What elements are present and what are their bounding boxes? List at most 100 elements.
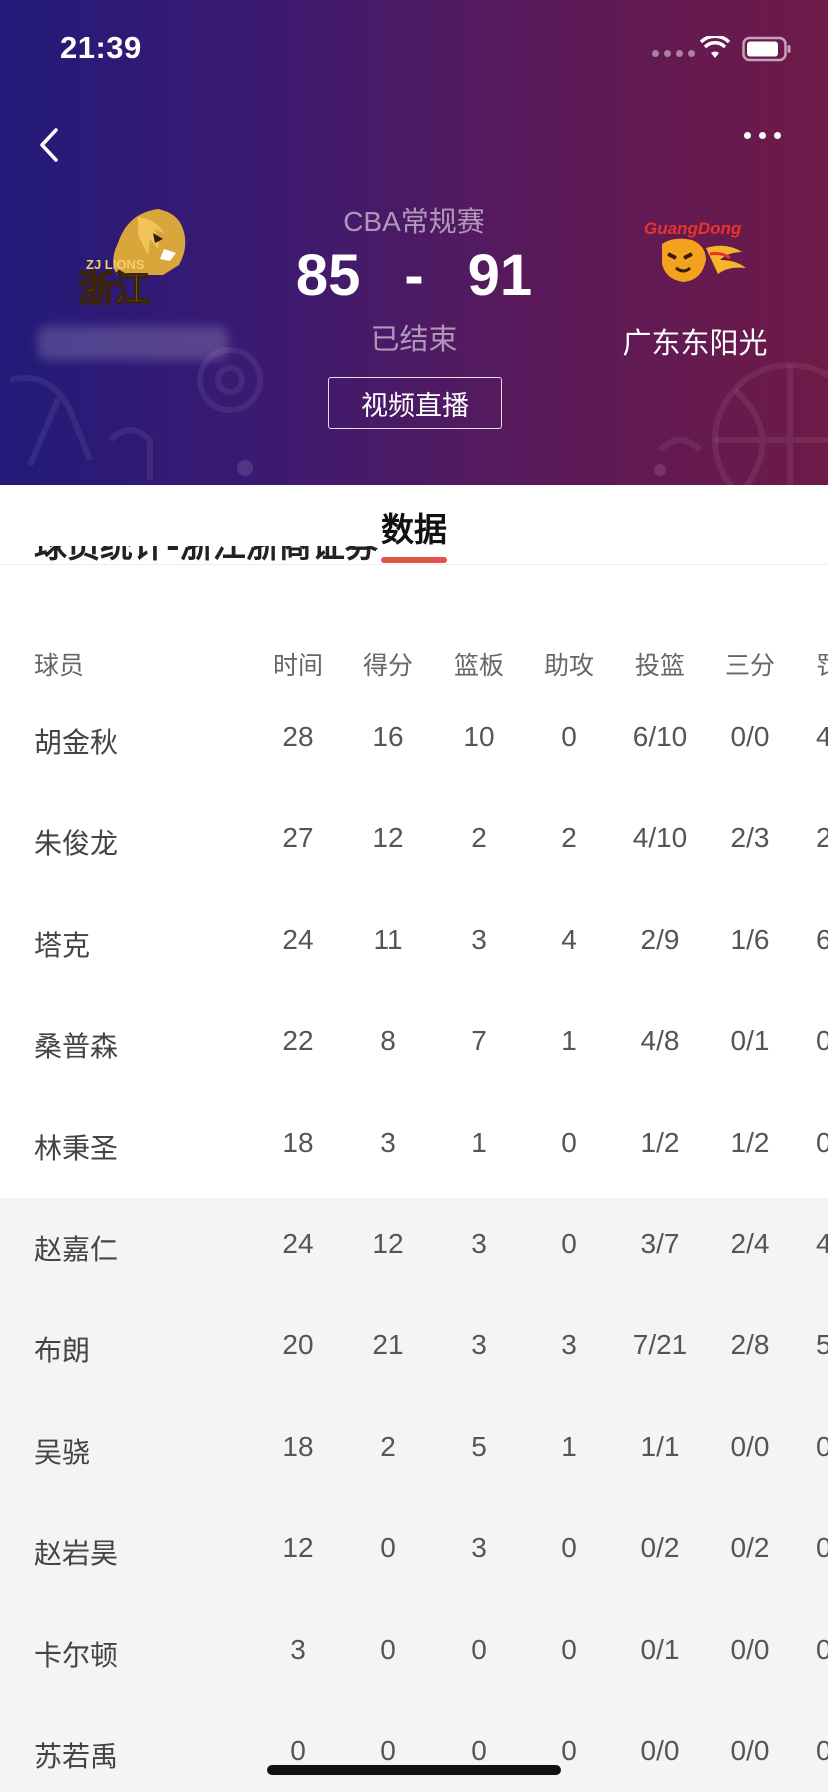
player-name: 赵岩昊 — [34, 1537, 119, 1571]
more-options-icon[interactable] — [744, 132, 781, 139]
stat-cell: 3 — [561, 1329, 577, 1361]
stat-cell: 4 — [816, 721, 828, 752]
stat-cell: 4/10 — [632, 822, 688, 854]
back-icon[interactable] — [32, 120, 72, 170]
table-row[interactable]: 卡尔顿 3 0 0 0 0/1 0/0 0 — [0, 1634, 828, 1674]
stat-cell: 0/1 — [640, 1633, 680, 1665]
tab-data[interactable]: 数据 — [350, 503, 478, 551]
player-name: 苏若禹 — [34, 1740, 119, 1773]
table-row[interactable]: 桑普森 22 8 7 1 4/8 0/1 0 — [0, 1025, 828, 1065]
stat-cell: 12 — [372, 1228, 404, 1259]
stat-cell: 12 — [282, 1532, 314, 1564]
player-name: 吴骁 — [34, 1435, 91, 1469]
guangdong-logo: GuangDong — [644, 219, 746, 282]
stat-cell: 1 — [561, 1025, 577, 1057]
stat-cell: 2/9 — [640, 923, 680, 955]
player-name: 卡尔顿 — [34, 1638, 119, 1672]
player-name: 赵嘉仁 — [34, 1233, 119, 1266]
table-row[interactable]: 林秉圣 18 3 1 0 1/2 1/2 0 — [0, 1127, 828, 1167]
stat-cell: 3 — [471, 1329, 487, 1361]
stat-cell: 0 — [561, 1228, 577, 1259]
stat-cell: 3 — [380, 1126, 396, 1158]
column-header: 三分 — [724, 651, 775, 680]
stat-cell: 0 — [816, 1126, 828, 1158]
stat-cell: 0 — [561, 1735, 577, 1766]
stat-cell: 0 — [380, 1633, 396, 1665]
stat-cell: 0/0 — [730, 721, 770, 752]
table-row[interactable]: 胡金秋 28 16 10 0 6/10 0/0 4 — [0, 721, 828, 761]
stat-cell: 7/21 — [632, 1329, 688, 1361]
stat-cell: 21 — [372, 1329, 404, 1361]
table-row[interactable]: 布朗 20 21 3 3 7/21 2/8 5 — [0, 1329, 828, 1369]
stat-cell: 2 — [816, 822, 828, 854]
away-score: 91 — [467, 243, 533, 308]
player-name: 林秉圣 — [34, 1131, 119, 1165]
table-row[interactable]: 朱俊龙 27 12 2 2 4/10 2/3 2 — [0, 822, 828, 862]
stat-cell: 0/2 — [730, 1532, 770, 1564]
stat-cell: 24 — [282, 923, 314, 955]
stat-cell: 1/1 — [640, 1430, 680, 1462]
table-row[interactable]: 赵岩昊 12 0 3 0 0/2 0/2 0 — [0, 1532, 828, 1572]
stat-cell: 0/1 — [730, 1025, 770, 1057]
stat-cell: 0 — [290, 1735, 306, 1766]
away-team-name: 广东东阳光 — [622, 326, 768, 360]
column-header: 投篮 — [634, 651, 685, 680]
column-header: 得分 — [362, 651, 413, 680]
stat-cell: 16 — [372, 721, 404, 752]
column-header: 助攻 — [543, 651, 594, 680]
stat-cell: 18 — [282, 1126, 314, 1158]
stat-cell: 0 — [471, 1735, 487, 1766]
stat-cell: 2 — [380, 1430, 396, 1462]
cellular-signal-icon — [652, 50, 695, 57]
stat-cell: 0/0 — [730, 1430, 770, 1462]
stat-cell: 0 — [380, 1735, 396, 1766]
stat-cell: 0 — [816, 1532, 828, 1564]
stat-cell: 2/8 — [730, 1329, 770, 1361]
stat-cell: 0 — [816, 1430, 828, 1462]
stat-cell: 5 — [816, 1329, 828, 1361]
stat-cell: 1/2 — [640, 1126, 680, 1158]
stat-cell: 4/8 — [640, 1025, 680, 1057]
stat-cell: 8 — [380, 1025, 396, 1057]
table-row[interactable]: 赵嘉仁 24 12 3 0 3/7 2/4 4 — [0, 1228, 828, 1268]
stat-cell: 3/7 — [640, 1228, 680, 1259]
bench-section-background — [0, 1198, 828, 1792]
stat-cell: 18 — [282, 1430, 314, 1462]
column-header: 罚 — [816, 646, 828, 682]
table-row[interactable]: 吴骁 18 2 5 1 1/1 0/0 0 — [0, 1431, 828, 1471]
table-row[interactable]: 塔克 24 11 3 4 2/9 1/6 6 — [0, 924, 828, 964]
stat-cell: 0 — [561, 1633, 577, 1665]
stat-cell: 1 — [471, 1126, 487, 1158]
stat-cell: 22 — [282, 1025, 314, 1057]
stat-cell: 2/3 — [730, 822, 770, 854]
stat-cell: 10 — [463, 721, 495, 752]
stat-cell: 27 — [282, 822, 314, 854]
stat-cell: 1/2 — [730, 1126, 770, 1158]
stat-cell: 4 — [561, 923, 577, 955]
player-name: 桑普森 — [34, 1030, 119, 1064]
stat-cell: 1 — [561, 1430, 577, 1462]
stat-cell: 5 — [471, 1430, 487, 1462]
stat-cell: 20 — [282, 1329, 314, 1361]
stat-cell: 0 — [816, 1633, 828, 1665]
player-name: 胡金秋 — [34, 726, 119, 759]
stat-cell: 3 — [471, 923, 487, 955]
status-time: 21:39 — [60, 30, 142, 65]
section-title: 球员统计-浙江浙商证券 — [34, 546, 378, 574]
column-header: 篮板 — [453, 651, 504, 680]
stat-cell: 0 — [561, 1532, 577, 1564]
stat-cell: 7 — [471, 1025, 487, 1057]
stat-cell: 0 — [471, 1633, 487, 1665]
stat-cell: 2 — [471, 822, 487, 854]
stat-cell: 0 — [380, 1532, 396, 1564]
video-live-button[interactable]: 视频直播 — [328, 377, 502, 429]
stat-cell: 6 — [816, 923, 828, 955]
player-name: 朱俊龙 — [34, 827, 119, 861]
stat-cell: 0 — [816, 1025, 828, 1057]
stat-cell: 0/0 — [640, 1735, 680, 1766]
wifi-icon — [700, 36, 730, 58]
stat-cell: 0/2 — [640, 1532, 680, 1564]
match-header: 21:39 ZJ LIONS 浙江 CBA常规赛 85-91 已结束 视频直播 … — [0, 0, 828, 485]
battery-icon — [742, 36, 791, 62]
stat-cell: 28 — [282, 721, 314, 752]
